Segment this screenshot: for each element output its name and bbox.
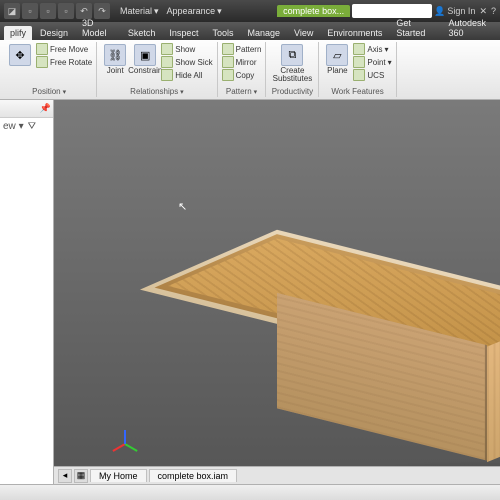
show-sick-icon xyxy=(161,56,173,68)
status-bar xyxy=(0,484,500,500)
panel-position: ✥ Free Move Free Rotate Position xyxy=(2,42,97,97)
filter-icon[interactable]: ⛛ xyxy=(28,121,36,132)
panel-title-pattern[interactable]: Pattern xyxy=(226,87,257,96)
hide-all-button[interactable]: Hide All xyxy=(161,69,212,81)
panel-relationships: ⛓Joint ▣Constrain Show Show Sick Hide Al… xyxy=(97,42,217,97)
axis-y-icon xyxy=(125,443,138,452)
qat-open-icon[interactable]: ▫ xyxy=(40,3,56,19)
constrain-icon: ▣ xyxy=(134,44,156,66)
move-icon: ✥ xyxy=(9,44,31,66)
axis-z-icon xyxy=(124,430,126,444)
tab-3d-model[interactable]: 3D Model xyxy=(76,16,120,40)
free-move-button[interactable]: Free Move xyxy=(36,43,92,55)
panel-title-relationships[interactable]: Relationships xyxy=(130,87,184,96)
ucs-icon xyxy=(353,69,365,81)
document-tab[interactable]: complete box... xyxy=(277,5,350,17)
show-icon xyxy=(161,43,173,55)
hide-all-icon xyxy=(161,69,173,81)
panel-work-features: ▱Plane Axis ▾ Point ▾ UCS Work Features xyxy=(319,42,396,97)
mirror-button[interactable]: Mirror xyxy=(222,56,262,68)
appearance-label: Appearance xyxy=(167,6,216,16)
joint-button[interactable]: ⛓Joint xyxy=(101,42,129,75)
appearance-dropdown[interactable]: Appearance▾ xyxy=(167,6,222,17)
tab-sketch[interactable]: Sketch xyxy=(122,26,162,40)
view-triad[interactable] xyxy=(110,430,140,460)
viewport[interactable]: ↖ xyxy=(54,100,500,484)
content-area: 📌 ew ▾ ⛛ ↖ xyxy=(0,100,500,484)
axis-icon xyxy=(353,43,365,55)
constrain-button[interactable]: ▣Constrain xyxy=(131,42,159,75)
move-button[interactable]: ✥ xyxy=(6,42,34,66)
create-subs-icon: ⧉ xyxy=(281,44,303,66)
tab-view[interactable]: View xyxy=(288,26,319,40)
browser-sidebar: 📌 ew ▾ ⛛ xyxy=(0,100,54,484)
panel-title-position[interactable]: Position xyxy=(32,87,66,96)
tab-environments[interactable]: Environments xyxy=(321,26,388,40)
view-mode-dropdown[interactable]: ew ▾ xyxy=(3,121,24,132)
cursor-icon: ↖ xyxy=(178,200,187,213)
material-dropdown[interactable]: Material▾ xyxy=(120,6,159,17)
pattern-icon xyxy=(222,43,234,55)
free-rotate-button[interactable]: Free Rotate xyxy=(36,56,92,68)
plane-button[interactable]: ▱Plane xyxy=(323,42,351,75)
material-label: Material xyxy=(120,6,152,16)
qat-new-icon[interactable]: ▫ xyxy=(22,3,38,19)
file-tab-home[interactable]: My Home xyxy=(90,469,147,482)
tab-manage[interactable]: Manage xyxy=(241,26,286,40)
panel-title-work-features: Work Features xyxy=(323,86,391,97)
qat-save-icon[interactable]: ▫ xyxy=(58,3,74,19)
help-icon[interactable]: ? xyxy=(491,6,496,16)
tab-autodesk-360[interactable]: Autodesk 360 xyxy=(442,16,500,40)
ucs-button[interactable]: UCS xyxy=(353,69,391,81)
axis-button[interactable]: Axis ▾ xyxy=(353,43,391,55)
show-sick-button[interactable]: Show Sick xyxy=(161,56,212,68)
ribbon: ✥ Free Move Free Rotate Position ⛓Joint … xyxy=(0,40,500,100)
sidebar-pin-icon[interactable]: 📌 xyxy=(40,103,51,114)
pattern-button[interactable]: Pattern xyxy=(222,43,262,55)
mirror-icon xyxy=(222,56,234,68)
point-icon xyxy=(353,56,365,68)
panel-productivity: ⧉Create Substitutes Productivity xyxy=(266,42,319,97)
tab-prev-icon[interactable]: ◂ xyxy=(58,469,72,483)
point-button[interactable]: Point ▾ xyxy=(353,56,391,68)
close-icon[interactable]: ✕ xyxy=(479,6,487,17)
tab-list-icon[interactable]: ▦ xyxy=(74,469,88,483)
copy-icon xyxy=(222,69,234,81)
create-subs-button[interactable]: ⧉Create Substitutes xyxy=(270,42,314,83)
free-move-icon xyxy=(36,43,48,55)
tab-inspect[interactable]: Inspect xyxy=(163,26,204,40)
app-menu-button[interactable]: ◪ xyxy=(4,3,20,19)
tab-design[interactable]: Design xyxy=(34,26,74,40)
tab-active[interactable]: plify xyxy=(4,26,32,40)
user-icon: 👤 xyxy=(434,6,445,17)
panel-title-productivity: Productivity xyxy=(270,86,314,97)
sign-in-button[interactable]: 👤Sign In xyxy=(434,6,475,17)
copy-button[interactable]: Copy xyxy=(222,69,262,81)
free-rotate-icon xyxy=(36,56,48,68)
document-tabs: ◂ ▦ My Home complete box.iam xyxy=(54,466,500,484)
panel-pattern: Pattern Mirror Copy Pattern xyxy=(218,42,267,97)
plane-icon: ▱ xyxy=(326,44,348,66)
show-button[interactable]: Show xyxy=(161,43,212,55)
tab-get-started[interactable]: Get Started xyxy=(390,16,440,40)
joint-icon: ⛓ xyxy=(104,44,126,66)
sidebar-header: 📌 xyxy=(0,100,53,118)
tab-tools[interactable]: Tools xyxy=(206,26,239,40)
file-tab-document[interactable]: complete box.iam xyxy=(149,469,238,482)
ribbon-tabs: plify Design 3D Model Sketch Inspect Too… xyxy=(0,22,500,40)
